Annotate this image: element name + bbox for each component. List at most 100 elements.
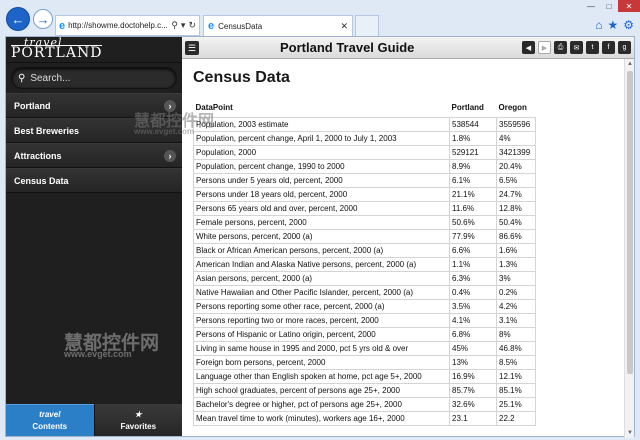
- table-row: Persons 65 years old and over, percent, …: [193, 200, 536, 216]
- search-icon[interactable]: ⚲: [171, 20, 178, 31]
- table-row: Persons of Hispanic or Latino origin, pe…: [193, 326, 536, 342]
- dropdown-icon[interactable]: ▾: [181, 20, 186, 31]
- favorites-star-icon[interactable]: ★: [607, 18, 618, 32]
- refresh-icon[interactable]: ↻: [188, 20, 196, 31]
- cell-portland: 16.9%: [449, 368, 497, 384]
- search-box[interactable]: ⚲: [11, 67, 177, 89]
- minimize-button[interactable]: —: [582, 0, 600, 12]
- cell-oregon: 3.1%: [496, 312, 536, 328]
- table-row: Persons under 5 years old, percent, 2000…: [193, 172, 536, 188]
- tab-contents[interactable]: travel Contents: [6, 404, 94, 436]
- sidebar: travel PORTLAND ⚲ Portland › Best Brewer…: [6, 36, 182, 436]
- help-app: travel PORTLAND ⚲ Portland › Best Brewer…: [5, 36, 635, 438]
- table-row: High school graduates, percent of person…: [193, 382, 536, 398]
- sidebar-item-label: Attractions: [14, 150, 62, 161]
- settings-gear-icon[interactable]: ⚙: [623, 18, 634, 32]
- content-scrollbar[interactable]: ▲ ▼: [624, 59, 634, 438]
- cell-portland: 6.1%: [449, 172, 497, 188]
- address-bar[interactable]: e http://showme.doctohelp.c... ⚲ ▾ ↻: [55, 15, 200, 36]
- table-row: Population, percent change, 1990 to 2000…: [193, 158, 536, 174]
- scrollbar-thumb[interactable]: [627, 71, 633, 374]
- sidebar-item-label: Census Data: [14, 175, 69, 186]
- table-row: Black or African American persons, perce…: [193, 242, 536, 258]
- browser-toolbar: ← → e http://showme.doctohelp.c... ⚲ ▾ ↻…: [0, 0, 640, 36]
- cell-portland: 1.8%: [449, 130, 497, 146]
- cell-datapoint: Living in same house in 1995 and 2000, p…: [193, 340, 450, 356]
- home-icon[interactable]: ⌂: [595, 18, 602, 32]
- twitter-button[interactable]: t: [586, 41, 599, 54]
- scroll-up-icon[interactable]: ▲: [626, 61, 634, 67]
- sidebar-item-attractions[interactable]: Attractions ›: [6, 143, 182, 168]
- cell-datapoint: Persons 65 years old and over, percent, …: [193, 200, 450, 216]
- new-tab-button[interactable]: [355, 15, 379, 36]
- table-header-row: DataPoint Portland Oregon: [194, 99, 536, 117]
- cell-oregon: 25.1%: [496, 396, 536, 412]
- cell-oregon: 4%: [496, 130, 536, 146]
- table-row: Native Hawaiian and Other Pacific Island…: [193, 284, 536, 300]
- app-header: ☰ Portland Travel Guide ◀ ▶ ⎙ ✉ t f g: [182, 37, 634, 59]
- cell-portland: 6.6%: [449, 242, 497, 258]
- header-buttons: ◀ ▶ ⎙ ✉ t f g: [522, 41, 631, 54]
- scroll-down-icon[interactable]: ▼: [626, 430, 634, 436]
- cell-portland: 11.6%: [449, 200, 497, 216]
- cell-datapoint: Population, 2000: [193, 144, 450, 160]
- table-row: Persons reporting some other race, perce…: [193, 298, 536, 314]
- sidebar-item-portland[interactable]: Portland ›: [6, 93, 182, 118]
- column-header-datapoint: DataPoint: [195, 103, 233, 113]
- chevron-right-icon[interactable]: ›: [164, 100, 176, 112]
- browser-tab[interactable]: e CensusData ✕: [203, 15, 353, 36]
- cell-oregon: 22.2: [496, 410, 536, 426]
- cell-portland: 3.5%: [449, 298, 497, 314]
- sidebar-item-label: Portland: [14, 100, 51, 111]
- maximize-button[interactable]: □: [600, 0, 618, 12]
- cell-oregon: 6.5%: [496, 172, 536, 188]
- tab-favorites-label: Favorites: [120, 421, 157, 431]
- google-plus-button[interactable]: g: [618, 41, 631, 54]
- facebook-button[interactable]: f: [602, 41, 615, 54]
- cell-oregon: 8.5%: [496, 354, 536, 370]
- cell-oregon: 50.4%: [496, 214, 536, 230]
- ie-icon: e: [59, 19, 66, 32]
- sidebar-item-best-breweries[interactable]: Best Breweries: [6, 118, 182, 143]
- forward-button[interactable]: →: [33, 9, 53, 29]
- email-button[interactable]: ✉: [570, 41, 583, 54]
- sidebar-item-label: Best Breweries: [14, 125, 80, 136]
- print-button[interactable]: ⎙: [554, 41, 567, 54]
- table-row: Foreign born persons, percent, 2000 13% 8.…: [193, 354, 536, 370]
- topic-content: Census Data DataPoint Portland Oregon Po…: [182, 59, 622, 438]
- chevron-right-icon[interactable]: ›: [164, 150, 176, 162]
- menu-toggle-button[interactable]: ☰: [185, 41, 199, 55]
- search-input[interactable]: [30, 72, 171, 84]
- previous-topic-button[interactable]: ◀: [522, 41, 535, 54]
- cell-oregon: 3421399: [496, 144, 536, 160]
- cell-oregon: 86.6%: [496, 228, 536, 244]
- travel-logo-icon: travel: [39, 410, 61, 419]
- back-arrow-icon: ←: [11, 11, 25, 27]
- cell-datapoint: Persons reporting some other race, perce…: [193, 298, 450, 314]
- cell-portland: 21.1%: [449, 186, 497, 202]
- tab-close-icon[interactable]: ✕: [340, 21, 348, 32]
- cell-portland: 1.1%: [449, 256, 497, 272]
- close-window-button[interactable]: ✕: [618, 0, 640, 12]
- star-icon: ★: [134, 409, 142, 419]
- tab-favorites[interactable]: ★ Favorites: [93, 404, 182, 436]
- table-row: Persons under 18 years old, percent, 200…: [193, 186, 536, 202]
- cell-portland: 6.3%: [449, 270, 497, 286]
- tab-contents-label: Contents: [32, 422, 68, 431]
- back-button[interactable]: ←: [6, 7, 30, 31]
- table-row: Persons reporting two or more races, per…: [193, 312, 536, 328]
- table-row: Population, 2003 estimate 538544 3559596: [193, 116, 536, 132]
- cell-portland: 45%: [449, 340, 497, 356]
- cell-oregon: 46.8%: [496, 340, 536, 356]
- sidebar-item-census-data[interactable]: Census Data: [6, 168, 182, 193]
- app-title: Portland Travel Guide: [280, 40, 415, 55]
- main-panel: ☰ Portland Travel Guide ◀ ▶ ⎙ ✉ t f g Ce…: [182, 37, 634, 438]
- bottom-tab-bar: travel Contents ★ Favorites: [6, 404, 182, 436]
- table-row: Bachelor's degree or higher, pct of pers…: [193, 396, 536, 412]
- address-url[interactable]: http://showme.doctohelp.c...: [68, 21, 171, 30]
- column-header-portland: Portland: [451, 103, 484, 113]
- cell-oregon: 1.3%: [496, 256, 536, 272]
- cell-oregon: 0.2%: [496, 284, 536, 300]
- cell-portland: 529121: [449, 144, 497, 160]
- next-topic-button[interactable]: ▶: [538, 41, 551, 54]
